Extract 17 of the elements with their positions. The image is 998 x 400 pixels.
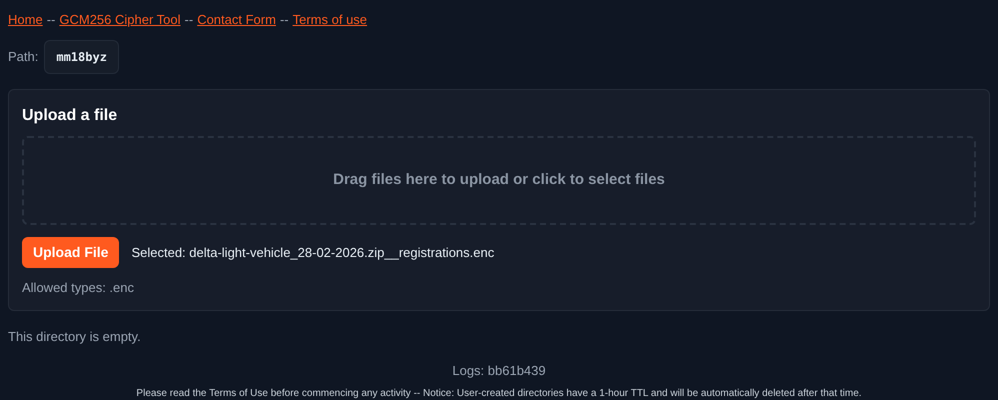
allowed-types-text: Allowed types: .enc	[22, 279, 136, 297]
path-label: Path:	[8, 48, 38, 66]
nav-separator: --	[184, 11, 194, 30]
nav-link[interactable]: Terms of use	[292, 10, 368, 30]
selected-file-text: Selected: delta-light-vehicle_28-02-2026.zip__registrations.enc	[131, 244, 494, 262]
nav-separator: --	[46, 11, 56, 30]
nav-link[interactable]: GCM256 Cipher Tool	[59, 10, 181, 30]
notice-text: Please read the Terms of Use before commencing any activity -- Notice: User-created directories have a 1-hour TTL and will be automatically deleted after that time.	[136, 386, 862, 400]
upload-title: Upload a file	[22, 106, 118, 126]
path-value: mm18byz	[44, 40, 119, 74]
logs-id: Logs: bb61b439	[452, 362, 546, 380]
empty-directory-message: This directory is empty.	[8, 328, 142, 346]
nav-link[interactable]: Contact Form	[197, 10, 276, 30]
nav-separator: --	[280, 11, 289, 30]
upload-file-button[interactable]: Upload File	[22, 237, 120, 268]
drop-zone[interactable]: Drag files here to upload or click to select files	[22, 136, 976, 225]
nav-link[interactable]: Home	[8, 10, 43, 30]
